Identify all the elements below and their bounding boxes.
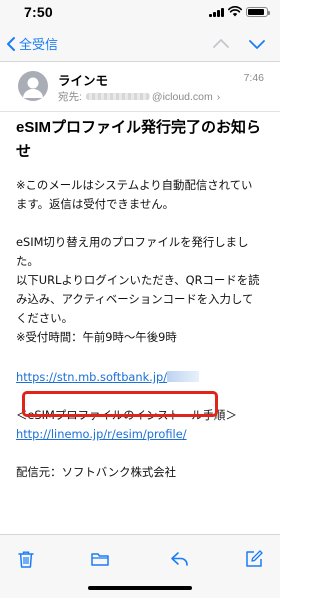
signal-icon [209, 7, 224, 17]
subject-line: eSIMプロファイル発行完了のお知ら [16, 119, 262, 136]
status-time: 7:50 [24, 4, 53, 20]
install-guide-link[interactable]: http://linemo.jp/r/esim/profile/ [16, 427, 187, 441]
recipient-prefix: 宛先: [58, 91, 82, 103]
mail-body: eSIMプロファイル発行完了のお知ら せ ※このメールはシステムより自動配信され… [16, 116, 272, 482]
back-button[interactable]: 全受信 [6, 34, 58, 53]
body-line: ください。 [16, 311, 73, 325]
reply-icon[interactable] [170, 549, 190, 569]
mail-header: ラインモ 宛先: @icloud.com › 7:46 [0, 62, 280, 112]
notice-line: ます。返信は受付できません。 [16, 197, 174, 211]
notice-line: ※このメールはシステムより自動配信されてい [16, 178, 253, 192]
status-bar: 7:50 [0, 0, 280, 26]
system-notice: ※このメールはシステムより自動配信されてい ます。返信は受付できません。 [16, 176, 272, 214]
compose-icon[interactable] [244, 549, 264, 569]
mail-subject: eSIMプロファイル発行完了のお知ら せ [16, 116, 272, 164]
person-icon [23, 77, 43, 98]
body-line: eSIM切り替え用のプロファイルを発行しまし [16, 235, 249, 249]
mail-time: 7:46 [243, 72, 264, 84]
distributor: 配信元：ソフトバンク株式会社 [16, 465, 177, 479]
trash-icon[interactable] [16, 549, 36, 569]
nav-bar: 全受信 [0, 26, 280, 62]
battery-icon [246, 6, 270, 17]
back-label: 全受信 [19, 38, 59, 53]
avatar[interactable] [18, 71, 48, 101]
url-highlight-box [22, 391, 218, 417]
body-line: 以下URLよりログインいただき、QRコードを読 [16, 273, 260, 287]
message-nav-arrows [212, 35, 266, 53]
body-line: み込み、アクティベーションコードを入力して [16, 292, 254, 306]
profile-url-link[interactable]: https://stn.mb.softbank.jp/ [16, 370, 167, 384]
recipient-redacted [85, 93, 150, 100]
body-line: た。 [16, 254, 39, 268]
home-indicator [88, 586, 192, 590]
chevron-down-icon[interactable] [248, 35, 266, 53]
recipient-domain: @icloud.com [151, 90, 213, 103]
subject-line: せ [16, 143, 32, 160]
mail-screen: 7:50 全受信 ラインモ 宛先: @icloud.com › 7:46 eSI… [0, 0, 280, 598]
url-redacted [167, 371, 200, 382]
wifi-icon [228, 6, 242, 17]
sender-name[interactable]: ラインモ [58, 70, 108, 89]
status-icons [209, 6, 270, 17]
folder-icon[interactable] [90, 549, 110, 569]
recipient-row[interactable]: 宛先: @icloud.com › [58, 89, 220, 104]
chevron-right-icon: › [216, 90, 221, 103]
business-hours: ※受付時間：午前9時〜午後9時 [16, 330, 177, 344]
chevron-left-icon [7, 36, 15, 51]
chevron-up-icon[interactable] [212, 35, 230, 53]
instructions: eSIM切り替え用のプロファイルを発行しまし た。 以下URLよりログインいただ… [16, 233, 272, 347]
profile-url-row: https://stn.mb.softbank.jp/ [16, 368, 272, 387]
battery-fill [248, 8, 265, 15]
